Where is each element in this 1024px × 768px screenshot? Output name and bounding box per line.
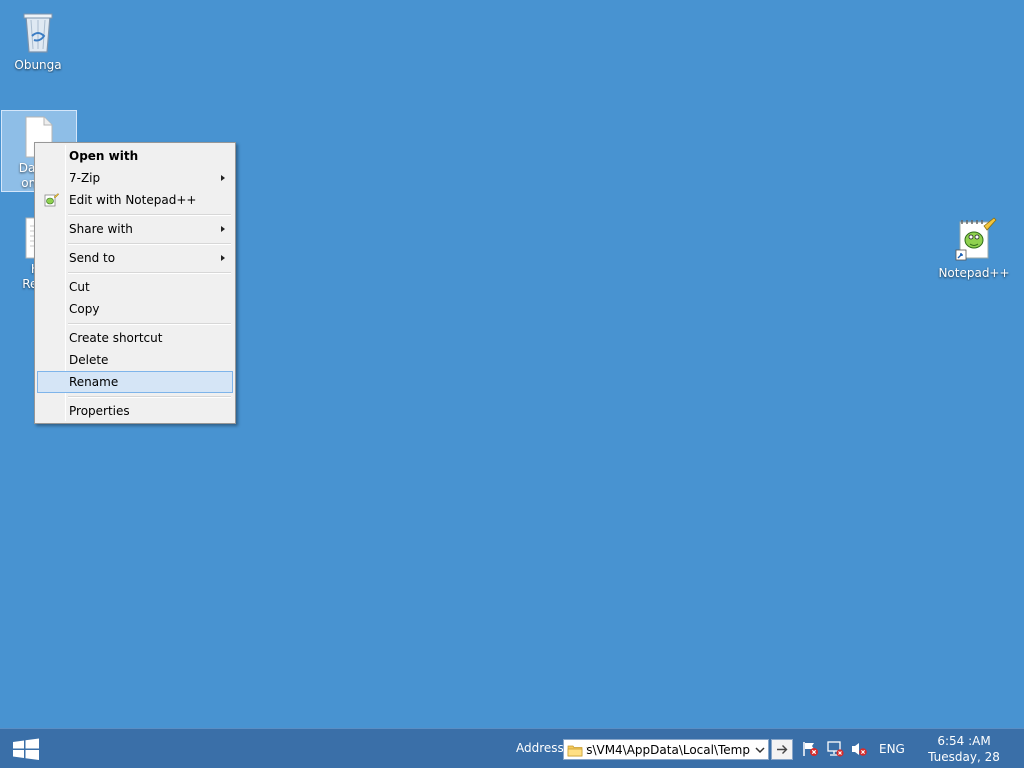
menu-item-copy[interactable]: Copy	[37, 298, 233, 320]
desktop-icon-label: Obunga	[14, 58, 62, 72]
desktop-icon-label: Notepad++	[938, 266, 1010, 280]
address-go-button[interactable]	[771, 739, 793, 760]
chevron-down-icon[interactable]	[755, 746, 765, 754]
menu-item-label: Rename	[69, 375, 119, 389]
menu-item-label: Open with	[69, 149, 139, 163]
clock[interactable]: 6:54 :AM Tuesday, 28 2022	[912, 733, 1016, 768]
clock-time: 6:54 :AM	[937, 734, 991, 748]
menu-item-edit-with-notepadpp[interactable]: Edit with Notepad++	[37, 189, 233, 211]
menu-item-properties[interactable]: Properties	[37, 400, 233, 422]
submenu-arrow-icon	[221, 175, 225, 181]
menu-item-share-with[interactable]: Share with	[37, 218, 233, 240]
submenu-arrow-icon	[221, 226, 225, 232]
menu-separator	[37, 320, 233, 327]
action-center-flag-icon[interactable]	[801, 741, 819, 757]
start-button[interactable]	[4, 733, 48, 765]
desktop-icon-recycle-bin[interactable]: Obunga	[0, 6, 76, 73]
menu-item-label: Copy	[69, 302, 100, 316]
network-icon[interactable]	[826, 741, 844, 757]
address-input[interactable]: C:\Users\VM4\AppData\Local\Temp	[563, 739, 769, 760]
windows-logo-icon	[13, 738, 39, 760]
context-menu: Open with 7-Zip Edit with Notepad++ Shar…	[34, 142, 236, 424]
menu-item-delete[interactable]: Delete	[37, 349, 233, 371]
menu-separator	[37, 211, 233, 218]
desktop-icon-notepad-plus-plus[interactable]: Notepad++	[936, 216, 1012, 281]
address-input-value: C:\Users\VM4\AppData\Local\Temp	[586, 743, 750, 757]
menu-item-label: Send to	[69, 251, 116, 265]
menu-item-label: Cut	[69, 280, 90, 294]
menu-item-label: Share with	[69, 222, 133, 236]
menu-item-label: Create shortcut	[69, 331, 163, 345]
arrow-right-icon	[777, 745, 788, 754]
menu-item-label: Edit with Notepad++	[69, 193, 197, 207]
submenu-arrow-icon	[221, 255, 225, 261]
menu-item-label: 7-Zip	[69, 171, 101, 185]
notepad-plus-plus-icon	[44, 193, 59, 207]
menu-separator	[37, 393, 233, 400]
menu-separator	[37, 240, 233, 247]
address-toolbar-label: Address	[516, 741, 564, 755]
recycle-bin-icon	[23, 13, 53, 53]
menu-item-label: Delete	[69, 353, 109, 367]
menu-separator	[37, 269, 233, 276]
menu-item-create-shortcut[interactable]: Create shortcut	[37, 327, 233, 349]
taskbar: Address C:\Users\VM4\AppData\Local\Temp …	[0, 728, 1024, 768]
language-indicator[interactable]: ENG	[879, 742, 905, 756]
menu-item-rename[interactable]: Rename	[37, 371, 233, 393]
menu-item-7zip[interactable]: 7-Zip	[37, 167, 233, 189]
menu-item-cut[interactable]: Cut	[37, 276, 233, 298]
menu-item-send-to[interactable]: Send to	[37, 247, 233, 269]
folder-icon	[567, 745, 583, 757]
clock-date: Tuesday, 28 2022	[928, 750, 1000, 768]
menu-item-label: Properties	[69, 404, 130, 418]
menu-item-open-with[interactable]: Open with	[37, 145, 233, 167]
volume-muted-icon[interactable]	[850, 741, 868, 757]
notepad-plus-plus-icon	[955, 217, 997, 261]
